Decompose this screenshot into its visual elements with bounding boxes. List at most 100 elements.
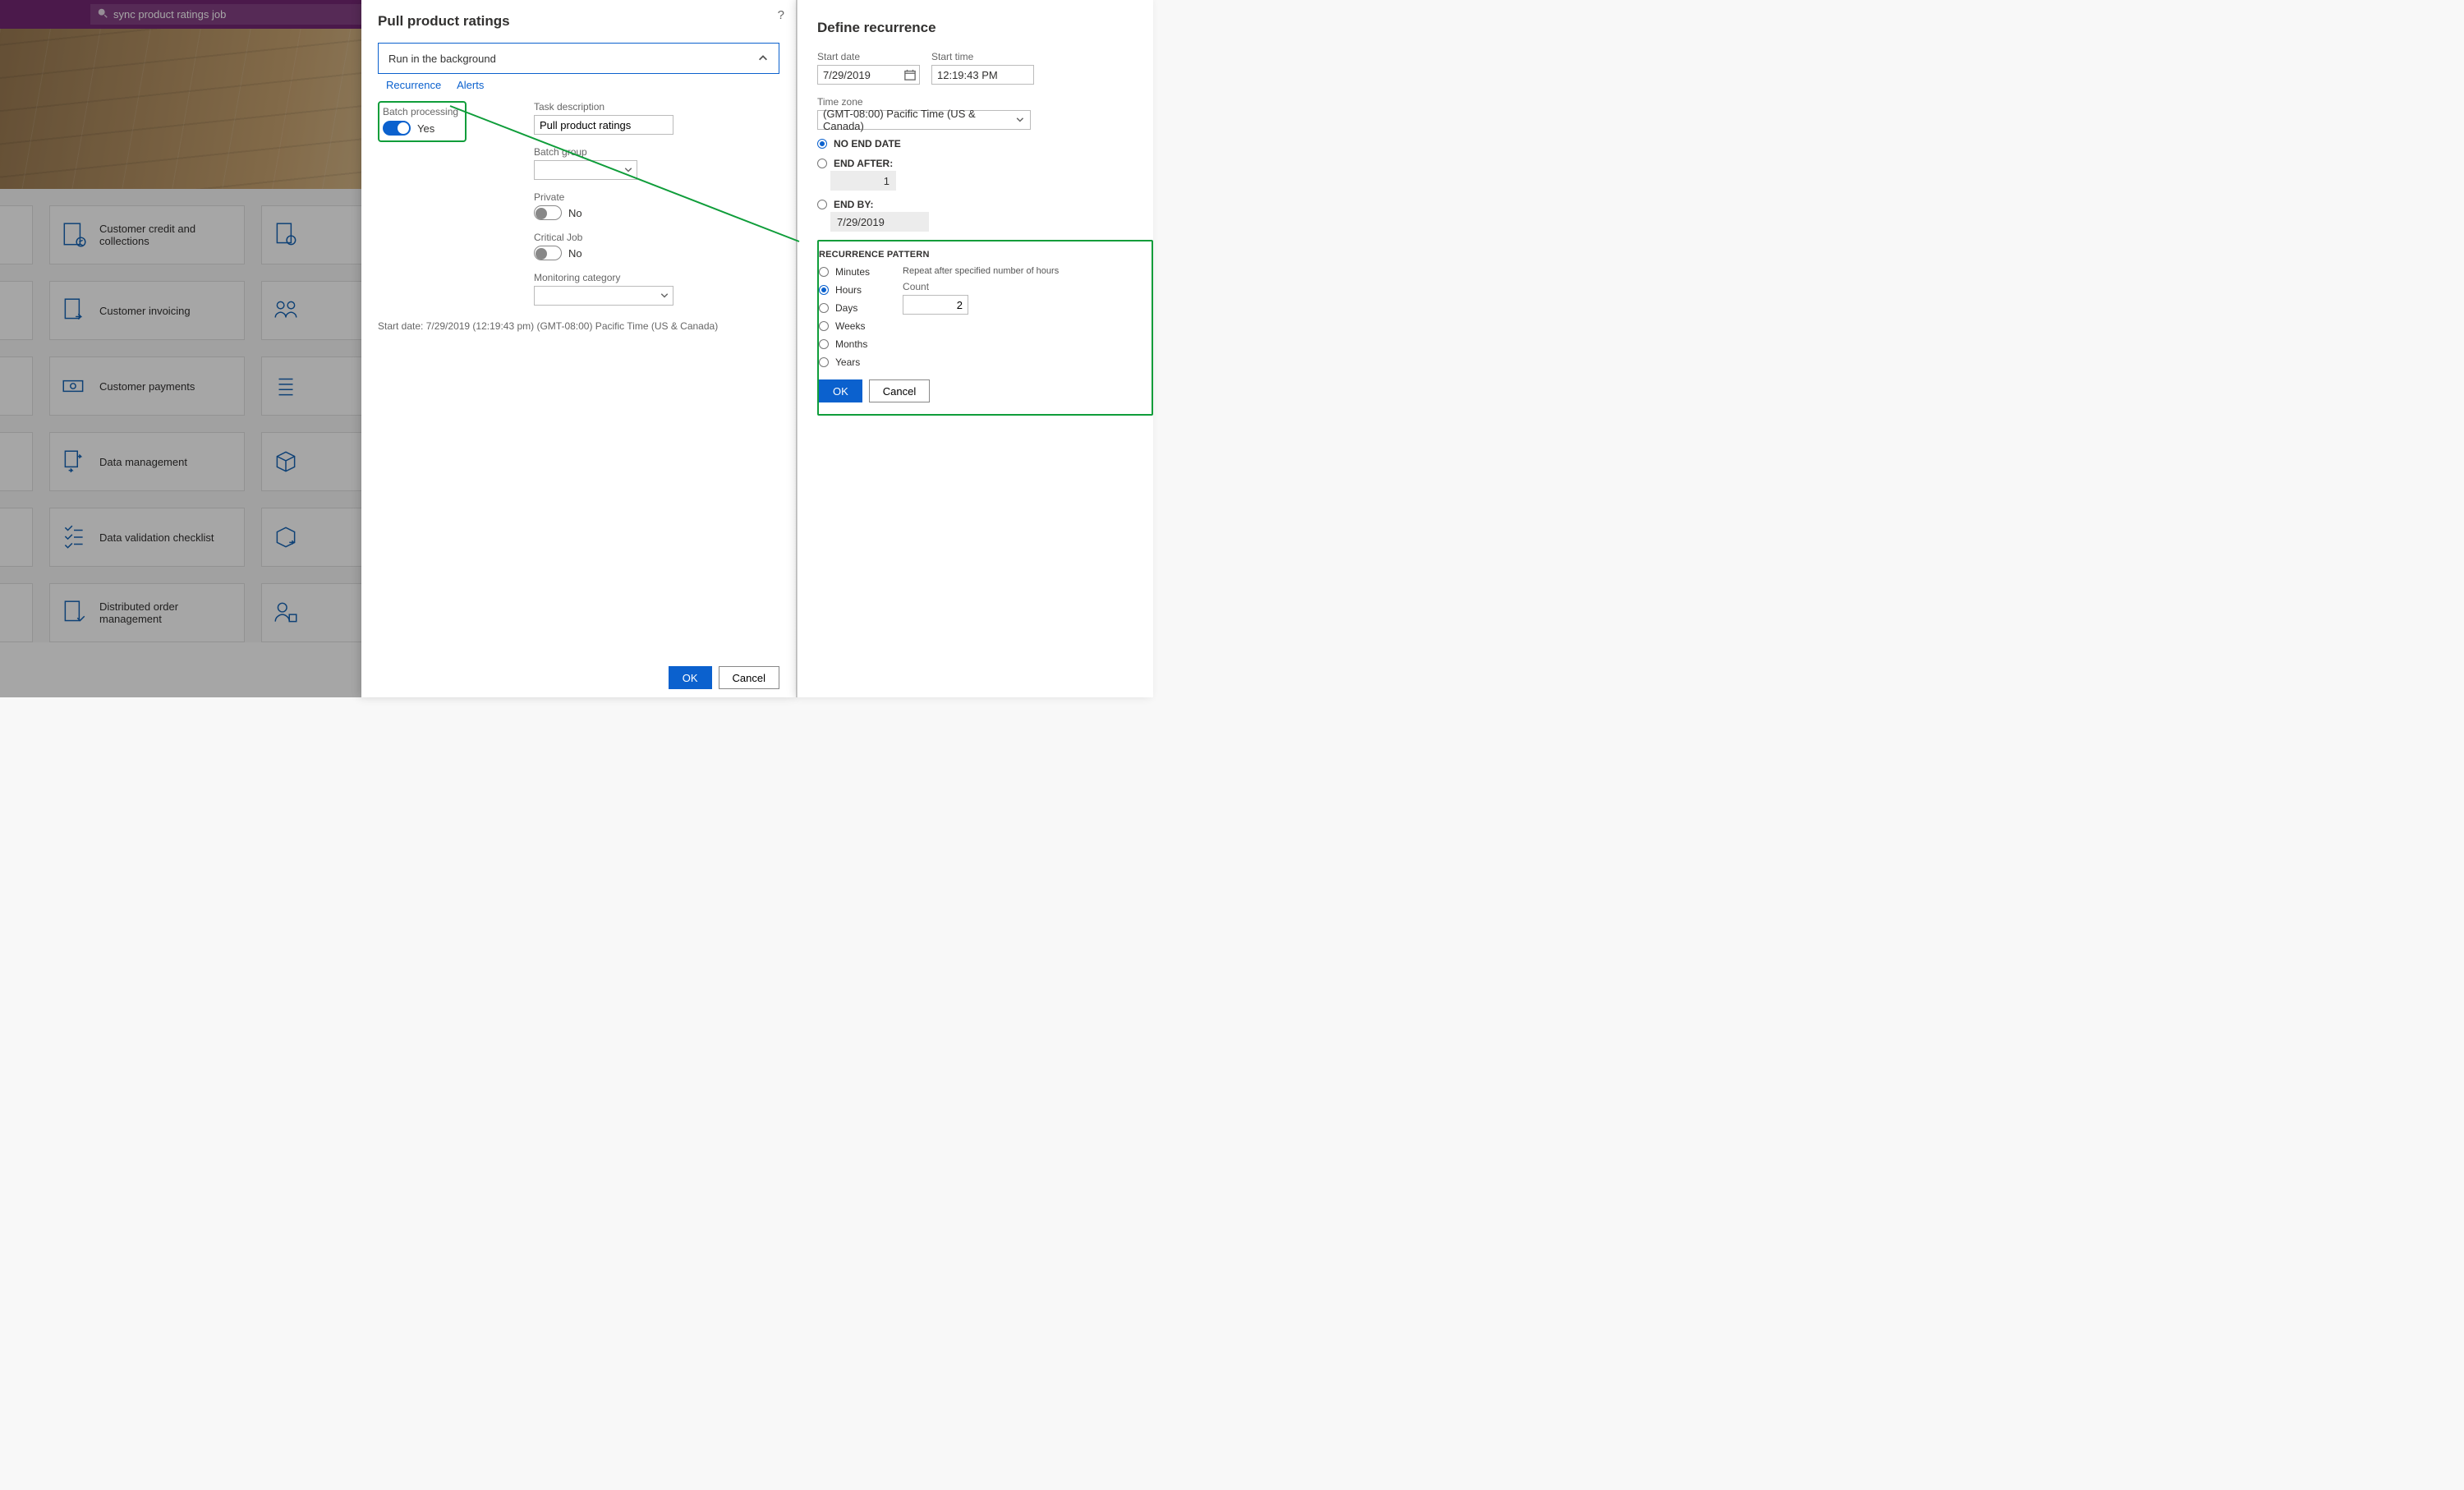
private-value: No [568, 207, 582, 219]
accordion-label: Run in the background [388, 53, 496, 65]
chevron-up-icon [757, 53, 769, 64]
tile-customer-payments[interactable]: Customer payments [49, 356, 245, 416]
radio-icon [819, 267, 829, 277]
batch-processing-label: Batch processing [383, 106, 458, 117]
tile-left[interactable]: verview - all nies [0, 583, 33, 642]
chevron-down-icon [660, 291, 669, 301]
tile-distributed-order[interactable]: Distributed order management [49, 583, 245, 642]
start-date-input[interactable]: 7/29/2019 [817, 65, 920, 85]
private-toggle[interactable] [534, 205, 562, 220]
task-description-input[interactable] [534, 115, 673, 135]
data-transfer-icon [60, 448, 88, 476]
tile-left[interactable]: t planning [0, 356, 33, 416]
tile-left[interactable]: ss processes for resources [0, 432, 33, 491]
mid-cancel-button[interactable]: Cancel [719, 666, 779, 689]
radio-label: Days [835, 302, 857, 314]
highlight-batch-processing: Batch processing Yes [378, 101, 467, 142]
radio-label: Years [835, 356, 860, 368]
tile-data-validation[interactable]: Data validation checklist [49, 508, 245, 567]
chevron-down-icon [623, 165, 633, 175]
recur-ok-button[interactable]: OK [819, 379, 862, 402]
batch-processing-toggle[interactable] [383, 121, 411, 136]
end-after-value: 1 [830, 171, 896, 191]
radio-unit-minutes[interactable]: Minutes [819, 266, 870, 278]
chevron-down-icon [1015, 115, 1025, 125]
search-icon [97, 7, 108, 21]
panel-title: Pull product ratings [378, 13, 779, 30]
tab-recurrence[interactable]: Recurrence [386, 79, 441, 91]
radio-end-after[interactable] [817, 159, 827, 168]
end-after-label: END AFTER: [834, 158, 893, 169]
money-icon [60, 372, 88, 400]
box-arrow-icon [272, 523, 300, 551]
user-lock-icon [272, 599, 300, 627]
batch-processing-value: Yes [417, 122, 434, 135]
tab-alerts[interactable]: Alerts [457, 79, 484, 91]
radio-label: Minutes [835, 266, 870, 278]
count-label: Count [903, 281, 1059, 292]
recurrence-pattern-title: RECURRENCE PATTERN [819, 250, 1147, 260]
private-label: Private [534, 191, 779, 203]
tile-left[interactable]: ss processes for [0, 508, 33, 567]
critical-value: No [568, 247, 582, 260]
radio-label: Weeks [835, 320, 865, 332]
tz-label: Time zone [817, 96, 1153, 108]
radio-unit-days[interactable]: Days [819, 302, 870, 314]
count-input[interactable] [903, 295, 968, 315]
radio-icon [819, 285, 829, 295]
radio-label: Months [835, 338, 867, 350]
moncat-label: Monitoring category [534, 272, 779, 283]
radio-no-end[interactable] [817, 139, 827, 149]
radio-icon [819, 303, 829, 313]
unit-radio-group: Minutes Hours Days Weeks Months Years [819, 266, 870, 368]
panel-define-recurrence: Define recurrence Start date 7/29/2019 S… [797, 0, 1153, 697]
highlight-recurrence-pattern: RECURRENCE PATTERN Minutes Hours Days Weeks… [817, 240, 1153, 416]
critical-label: Critical Job [534, 232, 779, 243]
panel-title: Define recurrence [817, 20, 1153, 36]
search-text: sync product ratings job [113, 8, 226, 21]
accordion-run-background[interactable]: Run in the background [378, 43, 779, 74]
mid-ok-button[interactable]: OK [669, 666, 712, 689]
tile-customer-credit[interactable]: Customer credit and collections [49, 205, 245, 264]
invoice-icon [60, 221, 88, 249]
critical-toggle[interactable] [534, 246, 562, 260]
recurrence-hint: Repeat after specified number of hours [903, 266, 1059, 276]
help-icon[interactable]: ? [778, 8, 784, 22]
list-icon [272, 372, 300, 400]
tile-left[interactable]: s [0, 281, 33, 340]
radio-unit-hours[interactable]: Hours [819, 284, 870, 296]
radio-end-by[interactable] [817, 200, 827, 209]
radio-icon [819, 321, 829, 331]
radio-unit-weeks[interactable]: Weeks [819, 320, 870, 332]
tile-customer-invoicing[interactable]: Customer invoicing [49, 281, 245, 340]
checklist-icon [60, 523, 88, 551]
start-date-label: Start date [817, 51, 920, 62]
global-search-input[interactable]: sync product ratings job [90, 4, 361, 25]
tile-data-management[interactable]: Data management [49, 432, 245, 491]
start-time-label: Start time [931, 51, 1034, 62]
timezone-select[interactable]: (GMT-08:00) Pacific Time (US & Canada) [817, 110, 1031, 130]
radio-label: Hours [835, 284, 862, 296]
radio-icon [819, 357, 829, 367]
doc-check-icon [60, 599, 88, 627]
radio-unit-years[interactable]: Years [819, 356, 870, 368]
no-end-label: NO END DATE [834, 138, 901, 149]
sub-tabs: Recurrence Alerts [386, 79, 779, 91]
calendar-icon [904, 69, 916, 80]
recur-cancel-button[interactable]: Cancel [869, 379, 930, 402]
moncat-select[interactable] [534, 286, 673, 306]
panel-pull-ratings: ? Pull product ratings Run in the backgr… [361, 0, 797, 697]
end-by-value: 7/29/2019 [830, 212, 929, 232]
radio-icon [819, 339, 829, 349]
end-by-label: END BY: [834, 199, 873, 210]
doc-gear-icon [272, 221, 300, 249]
invoice-send-icon [60, 297, 88, 324]
start-time-input[interactable]: 12:19:43 PM [931, 65, 1034, 85]
tile-left[interactable]: management [0, 205, 33, 264]
radio-unit-months[interactable]: Months [819, 338, 870, 350]
start-date-status: Start date: 7/29/2019 (12:19:43 pm) (GMT… [378, 320, 779, 332]
task-description-label: Task description [534, 101, 779, 113]
batch-group-select[interactable] [534, 160, 637, 180]
people-icon [272, 297, 300, 324]
box-icon [272, 448, 300, 476]
